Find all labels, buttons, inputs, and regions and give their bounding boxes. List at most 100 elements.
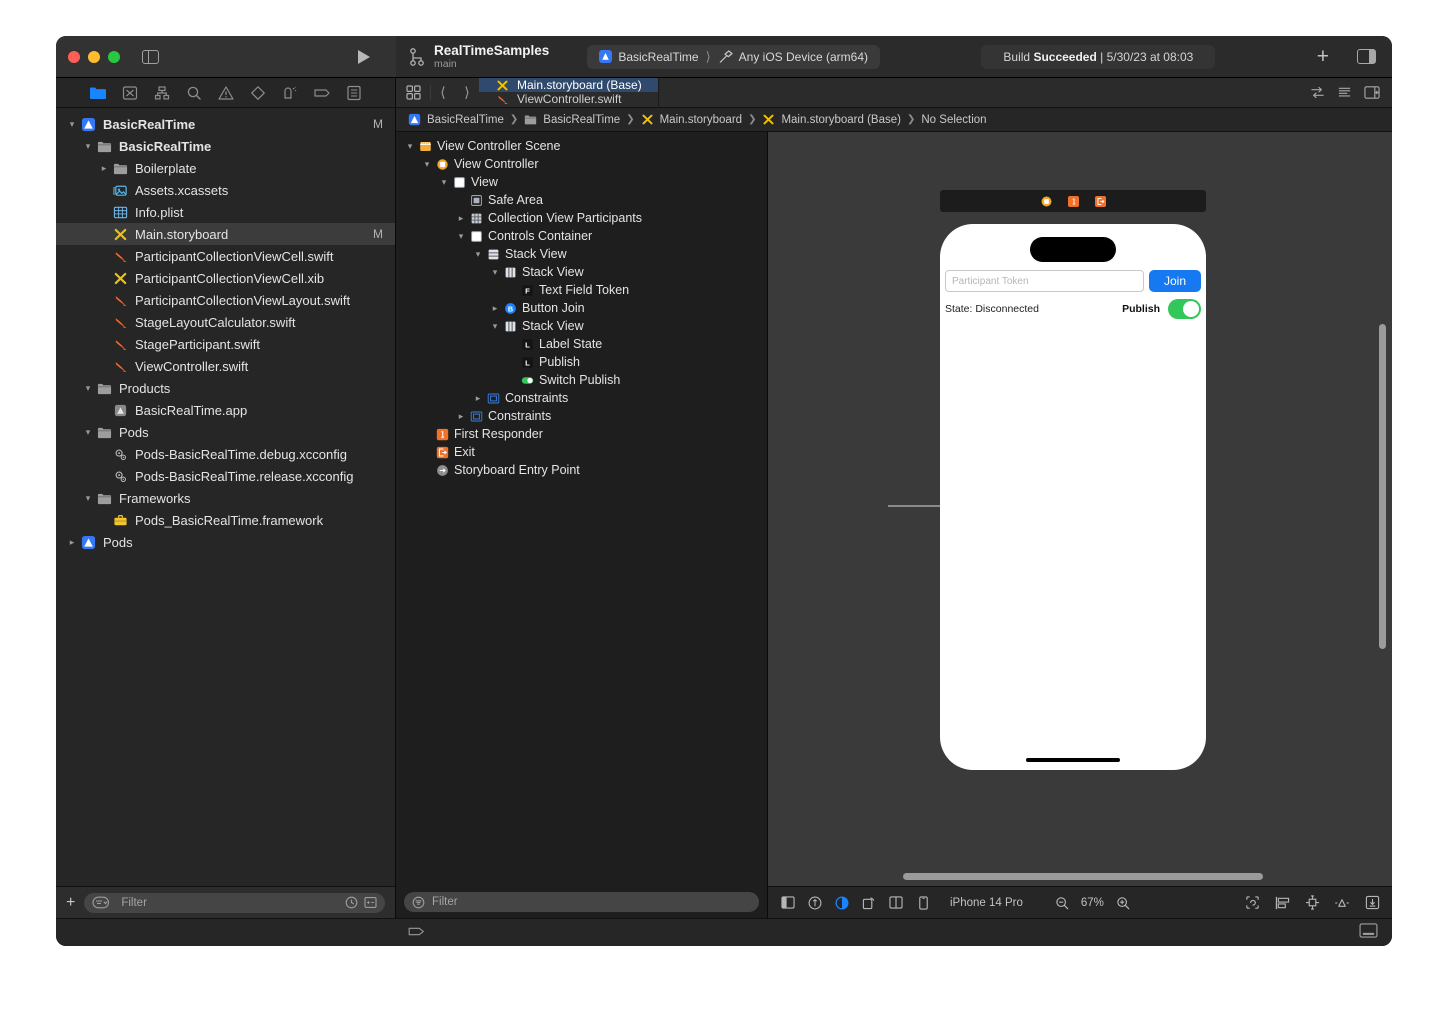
navigator-row[interactable]: StageParticipant.swift	[56, 333, 395, 355]
recent-files-icon[interactable]	[345, 896, 358, 909]
disclosure-triangle[interactable]	[96, 163, 112, 174]
variants-icon[interactable]	[888, 895, 904, 911]
breadcrumb-item[interactable]: Main.storyboard	[641, 113, 742, 126]
filter-scope-icon[interactable]	[92, 896, 114, 909]
breadcrumb-item[interactable]: BasicRealTime	[408, 113, 504, 126]
navigator-row[interactable]: Frameworks	[56, 487, 395, 509]
source-control-navigator-icon[interactable]	[121, 84, 139, 102]
navigator-row[interactable]: Info.plist	[56, 201, 395, 223]
minimap-icon[interactable]	[1337, 85, 1352, 100]
disclosure-triangle[interactable]	[487, 321, 503, 332]
outline-filter-input[interactable]: Filter	[404, 892, 759, 912]
swap-editor-icon[interactable]	[1310, 85, 1325, 100]
outline-row[interactable]: LLabel State	[396, 335, 767, 353]
report-navigator-icon[interactable]	[345, 84, 363, 102]
build-status-bar[interactable]: Build Succeeded | 5/30/23 at 08:03	[981, 45, 1215, 69]
disclosure-triangle[interactable]	[453, 213, 469, 224]
disclosure-triangle[interactable]	[80, 427, 96, 438]
disclosure-triangle[interactable]	[453, 231, 469, 242]
editor-tab[interactable]: Main.storyboard (Base)	[479, 78, 659, 92]
view-controller-scene[interactable]: Participant Token Join State: Disconnect…	[940, 190, 1206, 770]
add-button[interactable]: +	[1317, 46, 1329, 67]
outline-row[interactable]: Stack View	[396, 263, 767, 281]
navigator-row[interactable]: Pods-BasicRealTime.debug.xcconfig	[56, 443, 395, 465]
add-editor-icon[interactable]	[1364, 85, 1380, 100]
navigator-row[interactable]: Products	[56, 377, 395, 399]
outline-row[interactable]: Exit	[396, 443, 767, 461]
breakpoint-navigator-icon[interactable]	[313, 84, 331, 102]
disclosure-triangle[interactable]	[402, 141, 418, 152]
project-navigator-icon[interactable]	[89, 84, 107, 102]
outline-row[interactable]: Safe Area	[396, 191, 767, 209]
outline-row[interactable]: Switch Publish	[396, 371, 767, 389]
show-hide-outline-icon[interactable]	[780, 895, 796, 911]
zoom-in-icon[interactable]	[1115, 895, 1131, 911]
join-button[interactable]: Join	[1149, 270, 1201, 292]
tag-icon[interactable]	[408, 926, 425, 937]
test-navigator-icon[interactable]	[249, 84, 267, 102]
zoom-level-label[interactable]: 67%	[1081, 897, 1104, 909]
outline-row[interactable]: Stack View	[396, 317, 767, 335]
status-bar-tag[interactable]	[396, 924, 425, 942]
navigator-filter-input[interactable]: Filter	[84, 893, 385, 913]
toggle-navigator-icon[interactable]	[142, 50, 159, 64]
disclosure-triangle[interactable]	[419, 159, 435, 170]
outline-row[interactable]: First Responder	[396, 425, 767, 443]
outline-row[interactable]: FText Field Token	[396, 281, 767, 299]
scheme-destination-chooser[interactable]: BasicRealTime ⟩ Any iOS Device (arm64)	[587, 45, 880, 69]
zoom-out-icon[interactable]	[1054, 895, 1070, 911]
outline-row[interactable]: LPublish	[396, 353, 767, 371]
run-button[interactable]	[358, 50, 370, 64]
outline-row[interactable]: View	[396, 173, 767, 191]
view-controller-icon[interactable]	[1040, 195, 1053, 208]
editor-options-icon[interactable]	[396, 78, 430, 107]
toggle-inspector-icon[interactable]	[1357, 49, 1376, 64]
navigator-row[interactable]: ParticipantCollectionViewCell.swift	[56, 245, 395, 267]
outline-row[interactable]: Storyboard Entry Point	[396, 461, 767, 479]
iphone-preview[interactable]: Participant Token Join State: Disconnect…	[940, 224, 1206, 770]
canvas-vertical-scrollbar[interactable]	[1379, 324, 1386, 649]
breadcrumb-item[interactable]: Main.storyboard (Base)	[762, 113, 901, 126]
exit-icon[interactable]	[1094, 195, 1107, 208]
disclosure-triangle[interactable]	[470, 393, 486, 404]
navigator-row[interactable]: Pods-BasicRealTime.release.xcconfig	[56, 465, 395, 487]
navigator-row[interactable]: BasicRealTime.app	[56, 399, 395, 421]
canvas-horizontal-scrollbar[interactable]	[903, 873, 1263, 880]
navigator-row[interactable]: Boilerplate	[56, 157, 395, 179]
disclosure-triangle[interactable]	[64, 537, 80, 548]
debug-navigator-icon[interactable]	[281, 84, 299, 102]
update-frames-icon[interactable]	[1244, 895, 1260, 911]
issue-navigator-icon[interactable]	[217, 84, 235, 102]
add-constraints-icon[interactable]	[1304, 895, 1320, 911]
outline-row[interactable]: Constraints	[396, 407, 767, 425]
disclosure-triangle[interactable]	[80, 141, 96, 152]
storyboard-canvas[interactable]: Participant Token Join State: Disconnect…	[768, 132, 1392, 886]
editor-tab[interactable]: ViewController.swift	[479, 92, 659, 106]
navigator-row[interactable]: Pods_BasicRealTime.framework	[56, 509, 395, 531]
navigator-row[interactable]: ViewController.swift	[56, 355, 395, 377]
disclosure-triangle[interactable]	[487, 303, 503, 314]
symbol-navigator-icon[interactable]	[153, 84, 171, 102]
breadcrumb[interactable]: BasicRealTime❯BasicRealTime❯Main.storybo…	[396, 108, 1392, 132]
participant-token-field[interactable]: Participant Token	[945, 270, 1144, 292]
disclosure-triangle[interactable]	[453, 411, 469, 422]
find-navigator-icon[interactable]	[185, 84, 203, 102]
resolve-issues-icon[interactable]	[1334, 895, 1350, 911]
navigator-row[interactable]: BasicRealTime	[56, 135, 395, 157]
align-icon[interactable]	[1274, 895, 1290, 911]
console-toggle-icon[interactable]	[1359, 923, 1378, 938]
zoom-button[interactable]	[108, 51, 120, 63]
breadcrumb-item[interactable]: BasicRealTime	[524, 113, 620, 126]
outline-row[interactable]: Stack View	[396, 245, 767, 263]
minimize-button[interactable]	[88, 51, 100, 63]
embed-in-icon[interactable]	[1364, 895, 1380, 911]
disclosure-triangle[interactable]	[80, 383, 96, 394]
preview-icon[interactable]	[807, 895, 823, 911]
orientation-icon[interactable]	[861, 895, 877, 911]
source-control-filter-icon[interactable]	[364, 896, 377, 909]
navigator-row[interactable]: Main.storyboardM	[56, 223, 395, 245]
outline-row[interactable]: Collection View Participants	[396, 209, 767, 227]
disclosure-triangle[interactable]	[80, 493, 96, 504]
disclosure-triangle[interactable]	[64, 119, 80, 130]
appearance-icon[interactable]	[834, 895, 850, 911]
